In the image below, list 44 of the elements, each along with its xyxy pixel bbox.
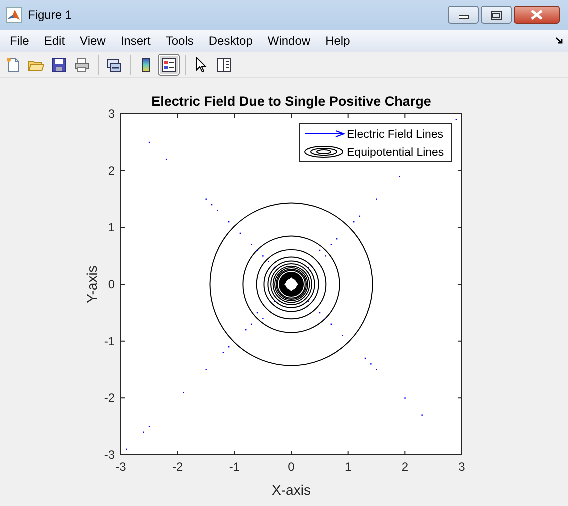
menu-item[interactable]: Window	[262, 32, 317, 50]
y-tick-label: -3	[104, 448, 115, 462]
y-tick-label: -1	[104, 334, 115, 348]
x-axis-label: X-axis	[272, 482, 311, 498]
y-tick-label: 0	[108, 278, 115, 292]
x-tick-label: 1	[345, 460, 352, 474]
x-tick-label: -3	[116, 460, 126, 474]
maximize-icon	[491, 10, 502, 20]
menu-item[interactable]: Insert	[114, 32, 157, 50]
y-tick-label: 2	[108, 164, 115, 178]
linked-windows-icon	[106, 56, 122, 72]
minimize-button[interactable]	[448, 6, 479, 24]
new-file-icon	[5, 56, 21, 72]
x-tick-label: -2	[172, 460, 184, 474]
print-icon	[74, 56, 90, 72]
x-tick-label: 0	[288, 460, 295, 474]
arrow-line-icon	[304, 130, 346, 138]
window-title: Figure 1	[28, 8, 74, 22]
plot-title: Electric Field Due to Single Positive Charge	[152, 94, 432, 109]
contour-ellipses-icon	[304, 146, 344, 158]
y-tick-label: 1	[108, 220, 115, 235]
menu-item[interactable]: Help	[320, 32, 356, 50]
y-axis-label: Y-axis	[84, 266, 100, 304]
maximize-button[interactable]	[481, 6, 512, 24]
y-tick-label: 3	[108, 107, 115, 121]
app-logo-icon	[6, 7, 22, 23]
x-tick-label: 3	[458, 460, 466, 474]
x-tick-label: -1	[229, 460, 240, 474]
legend-label: Electric Field Lines	[347, 129, 444, 141]
menu-item[interactable]: Tools	[160, 32, 200, 50]
dock-arrow-icon[interactable]	[556, 37, 564, 45]
toolbar-button[interactable]	[158, 54, 180, 76]
legend-icon	[161, 56, 177, 72]
panel-icon	[216, 56, 232, 72]
close-icon	[531, 10, 543, 20]
save-icon	[51, 56, 67, 72]
menu-item[interactable]: File	[4, 32, 36, 50]
x-tick-label: 2	[402, 460, 408, 474]
legend-label: Equipotential Lines	[347, 147, 444, 159]
menu-item[interactable]: Desktop	[202, 32, 259, 50]
menu-item[interactable]: View	[74, 32, 112, 50]
menu-item[interactable]: Edit	[38, 32, 72, 50]
close-button[interactable]	[514, 6, 560, 24]
y-tick-label: -2	[104, 391, 115, 406]
